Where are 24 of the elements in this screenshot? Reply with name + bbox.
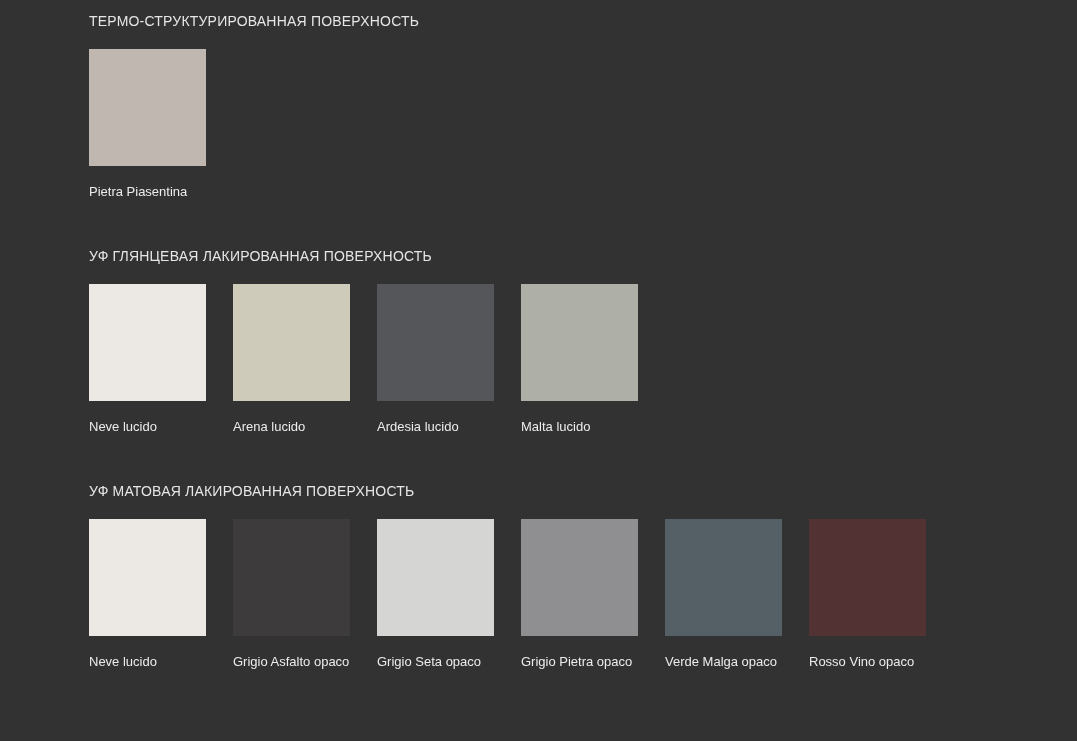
section-heading: ТЕРМО-СТРУКТУРИРОВАННАЯ ПОВЕРХНОСТЬ (89, 12, 421, 31)
swatch-label: Arena lucido (233, 419, 307, 434)
swatch-label: Malta lucido (521, 419, 592, 434)
color-swatch[interactable] (89, 284, 206, 401)
color-swatch[interactable] (89, 519, 206, 636)
color-swatch[interactable] (809, 519, 926, 636)
swatch-label: Neve lucido (89, 419, 158, 434)
color-swatch[interactable] (521, 284, 638, 401)
swatch-label: Grigio Pietra opaco (521, 654, 634, 669)
color-swatch[interactable] (89, 49, 206, 166)
color-swatch[interactable] (377, 519, 494, 636)
section-heading: УФ ГЛЯНЦЕВАЯ ЛАКИРОВАННАЯ ПОВЕРХНОСТЬ (89, 247, 433, 266)
color-swatch[interactable] (521, 519, 638, 636)
swatch-label: Verde Malga opaco (665, 654, 779, 669)
swatch-label: Neve lucido (89, 654, 158, 669)
section-heading: УФ МАТОВАЯ ЛАКИРОВАННАЯ ПОВЕРХНОСТЬ (89, 482, 416, 501)
swatch-label: Ardesia lucido (377, 419, 460, 434)
swatch-label: Pietra Piasentina (89, 184, 189, 199)
swatch-label: Grigio Asfalto opaco (233, 654, 350, 669)
swatch-label: Rosso Vino opaco (809, 654, 916, 669)
color-swatch[interactable] (377, 284, 494, 401)
color-swatch[interactable] (233, 284, 350, 401)
color-swatch[interactable] (665, 519, 782, 636)
swatch-label: Grigio Seta opaco (377, 654, 483, 669)
